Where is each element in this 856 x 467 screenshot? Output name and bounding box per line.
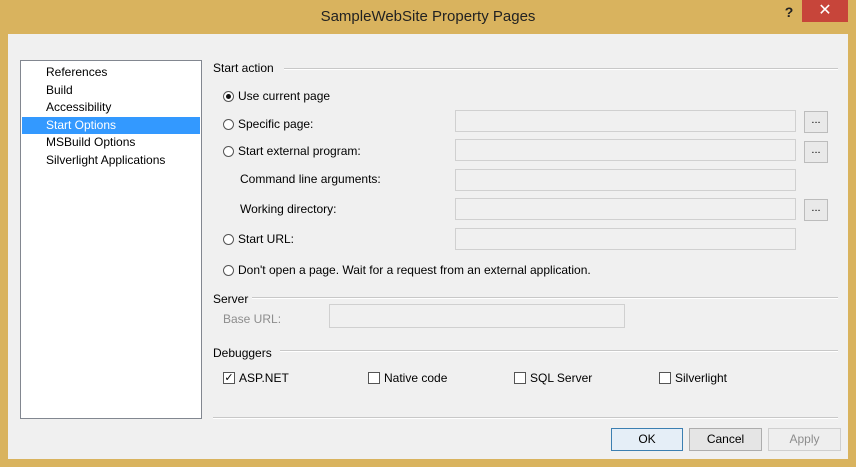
bottom-divider — [213, 417, 838, 419]
start-url-label: Start URL: — [238, 232, 295, 246]
ok-button[interactable]: OK — [611, 428, 683, 451]
radio-unchecked-icon — [223, 145, 234, 157]
nav-item-build[interactable]: Build — [22, 82, 200, 100]
radio-unchecked-icon — [223, 233, 234, 245]
checkbox-empty-icon — [659, 372, 671, 384]
command-line-arguments-label: Command line arguments: — [240, 172, 381, 186]
radio-unchecked-icon — [223, 118, 234, 130]
specific-page-input[interactable] — [455, 110, 796, 132]
nav-item-references[interactable]: References — [22, 64, 200, 82]
silverlight-checkbox[interactable]: Silverlight — [659, 371, 727, 385]
start-action-divider — [284, 68, 838, 70]
base-url-input[interactable] — [329, 304, 625, 328]
command-line-arguments-input[interactable] — [455, 169, 796, 191]
close-button[interactable]: ✕ — [802, 0, 848, 22]
settings-nav-list[interactable]: References Build Accessibility Start Opt… — [20, 60, 202, 419]
start-action-group-label: Start action — [213, 61, 274, 75]
silverlight-label: Silverlight — [675, 371, 728, 385]
nav-item-silverlight-applications[interactable]: Silverlight Applications — [22, 152, 200, 170]
nav-item-start-options[interactable]: Start Options — [22, 116, 200, 134]
specific-page-radio[interactable]: Specific page: — [223, 117, 313, 131]
server-group-label: Server — [213, 292, 249, 306]
use-current-page-radio[interactable]: Use current page — [223, 89, 330, 103]
aspnet-label: ASP.NET — [239, 371, 289, 385]
dont-open-page-radio[interactable]: Don't open a page. Wait for a request fr… — [223, 263, 591, 277]
start-url-radio[interactable]: Start URL: — [223, 232, 294, 246]
working-directory-label: Working directory: — [240, 202, 337, 216]
specific-page-label: Specific page: — [238, 117, 314, 131]
external-program-browse-button[interactable]: ... — [804, 141, 828, 163]
debuggers-divider — [280, 350, 838, 352]
start-url-input[interactable] — [455, 228, 796, 250]
nav-item-msbuild-options[interactable]: MSBuild Options — [22, 134, 200, 152]
dont-open-page-label: Don't open a page. Wait for a request fr… — [238, 263, 591, 277]
apply-button[interactable]: Apply — [768, 428, 841, 451]
help-button[interactable]: ? — [776, 0, 802, 24]
checkmark-icon: ✓ — [223, 372, 235, 384]
working-directory-input[interactable] — [455, 198, 796, 220]
checkbox-empty-icon — [368, 372, 380, 384]
checkbox-empty-icon — [514, 372, 526, 384]
use-current-page-label: Use current page — [238, 89, 331, 103]
aspnet-checkbox[interactable]: ✓ ASP.NET — [223, 371, 289, 385]
start-external-program-label: Start external program: — [238, 144, 361, 158]
start-external-program-radio[interactable]: Start external program: — [223, 144, 361, 158]
debuggers-group-label: Debuggers — [213, 346, 272, 360]
native-code-checkbox[interactable]: Native code — [368, 371, 447, 385]
cancel-button[interactable]: Cancel — [689, 428, 762, 451]
title-bar: SampleWebSite Property Pages ? ✕ — [0, 0, 856, 34]
base-url-label: Base URL: — [223, 312, 282, 326]
external-program-input[interactable] — [455, 139, 796, 161]
close-icon: ✕ — [818, 2, 832, 19]
dialog-client-area: References Build Accessibility Start Opt… — [8, 34, 848, 459]
radio-checked-icon — [223, 90, 234, 102]
radio-unchecked-icon — [223, 264, 234, 276]
sql-server-checkbox[interactable]: SQL Server — [514, 371, 592, 385]
nav-item-accessibility[interactable]: Accessibility — [22, 99, 200, 117]
server-divider — [252, 297, 838, 299]
sql-server-label: SQL Server — [530, 371, 593, 385]
native-code-label: Native code — [384, 371, 448, 385]
window-title: SampleWebSite Property Pages — [320, 8, 536, 25]
specific-page-browse-button[interactable]: ... — [804, 111, 828, 133]
working-directory-browse-button[interactable]: ... — [804, 199, 828, 221]
property-pages-window: SampleWebSite Property Pages ? ✕ Referen… — [0, 0, 856, 467]
